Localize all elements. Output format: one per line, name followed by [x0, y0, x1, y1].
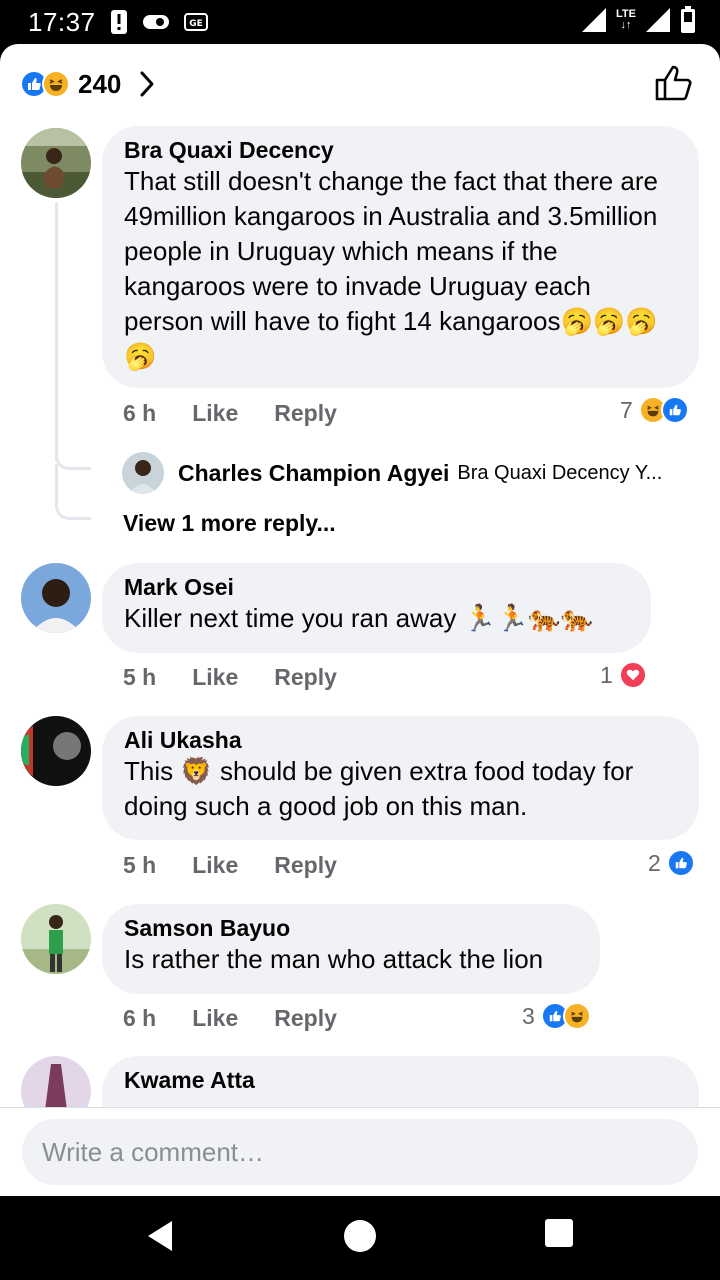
- back-icon[interactable]: [144, 1218, 176, 1254]
- chevron-right-icon[interactable]: [139, 70, 155, 98]
- reply-author[interactable]: Charles Champion Agyei: [178, 460, 449, 487]
- avatar[interactable]: [21, 128, 91, 198]
- thread-line: [55, 202, 58, 462]
- reply-button[interactable]: Reply: [274, 1005, 337, 1032]
- heart-reaction-icon: [618, 661, 647, 689]
- comment-reactions[interactable]: 2: [648, 849, 695, 877]
- comment-reactions[interactable]: 1: [600, 661, 647, 689]
- reply-button[interactable]: Reply: [274, 400, 337, 427]
- view-more-replies[interactable]: View 1 more reply...: [123, 510, 336, 537]
- comment-reactions[interactable]: 7: [620, 396, 689, 424]
- comment-actions: 5 h Like Reply: [123, 664, 373, 691]
- comment-input[interactable]: [42, 1136, 698, 1168]
- recents-icon[interactable]: [544, 1218, 574, 1248]
- svg-text:GE: GE: [189, 19, 203, 29]
- network-type: LTE ↓↑: [616, 8, 636, 31]
- avatar[interactable]: [21, 716, 91, 786]
- toggle-icon: [143, 15, 169, 29]
- comment-text: That still doesn't change the fact that …: [124, 166, 658, 371]
- comment-actions: 5 h Like Reply: [123, 852, 373, 879]
- like-button[interactable]: Like: [192, 664, 238, 691]
- home-icon[interactable]: [342, 1218, 378, 1254]
- reply-button[interactable]: Reply: [274, 664, 337, 691]
- signal-icon: [582, 8, 607, 32]
- like-reaction-icon: [666, 849, 695, 877]
- comment-author[interactable]: Bra Quaxi Decency: [124, 136, 677, 164]
- like-post-icon[interactable]: [654, 64, 694, 102]
- comment-time: 6 h: [123, 1005, 157, 1031]
- avatar[interactable]: [21, 904, 91, 974]
- like-button[interactable]: Like: [192, 1005, 238, 1032]
- comment-author[interactable]: Samson Bayuo: [124, 914, 578, 942]
- comment-time: 5 h: [123, 664, 157, 690]
- like-button[interactable]: Like: [192, 400, 238, 427]
- avatar[interactable]: [21, 563, 91, 633]
- haha-reaction-icon: [42, 70, 70, 98]
- divider: [0, 1107, 720, 1108]
- status-time: 17:37: [28, 7, 96, 37]
- thread-branch: [55, 464, 91, 520]
- status-bar: 17:37 GE LTE ↓↑: [0, 0, 720, 44]
- reply-snippet: Bra Quaxi Decency Y...: [457, 461, 663, 484]
- comment-text: Killer next time you ran away 🏃🏃🐅🐅: [124, 603, 594, 633]
- navigation-bar: [0, 1196, 720, 1280]
- comment-bubble[interactable]: Mark Osei Killer next time you ran away …: [102, 563, 651, 653]
- comment-actions: 6 h Like Reply: [123, 1005, 373, 1032]
- comment-bubble[interactable]: Bra Quaxi Decency That still doesn't cha…: [102, 126, 699, 388]
- comments-list[interactable]: 240 Bra Quaxi Decency That still doesn't…: [0, 44, 720, 1107]
- signal-icon-2: [646, 8, 670, 32]
- comment-author[interactable]: Mark Osei: [124, 573, 629, 601]
- reply-preview[interactable]: Charles Champion Agyei Bra Quaxi Decency…: [122, 452, 662, 494]
- haha-reaction-icon: [562, 1002, 591, 1030]
- comment-text: Is rather the man who attack the lion: [124, 944, 544, 974]
- comment-bubble[interactable]: Samson Bayuo Is rather the man who attac…: [102, 904, 600, 994]
- comment-actions: 6 h Like Reply: [123, 400, 373, 427]
- comments-sheet: 240 Bra Quaxi Decency That still doesn't…: [0, 44, 720, 1196]
- comment-time: 5 h: [123, 852, 157, 878]
- reactions-summary[interactable]: 240: [20, 66, 155, 102]
- comment-bubble[interactable]: Kwame Atta: [102, 1056, 699, 1107]
- comment-author[interactable]: Ali Ukasha: [124, 726, 677, 754]
- comment-time: 6 h: [123, 400, 157, 426]
- battery-icon: [681, 6, 695, 33]
- like-button[interactable]: Like: [192, 852, 238, 879]
- like-reaction-icon: [660, 396, 689, 424]
- reaction-count: 1: [600, 661, 613, 688]
- comment-composer[interactable]: [22, 1119, 698, 1185]
- alert-icon: [111, 10, 127, 34]
- comment-bubble[interactable]: Ali Ukasha This 🦁 should be given extra …: [102, 716, 699, 840]
- reaction-count: 7: [620, 396, 633, 423]
- avatar[interactable]: [21, 1056, 91, 1107]
- reaction-count: 3: [522, 1002, 535, 1029]
- reaction-count: 2: [648, 849, 661, 876]
- comment-text: This 🦁 should be given extra food today …: [124, 756, 634, 821]
- reaction-total: 240: [78, 68, 122, 99]
- reply-button[interactable]: Reply: [274, 852, 337, 879]
- comment-reactions[interactable]: 3: [522, 1002, 591, 1030]
- avatar[interactable]: [122, 452, 164, 494]
- ge-icon: GE: [184, 13, 208, 31]
- comment-author[interactable]: Kwame Atta: [124, 1066, 677, 1094]
